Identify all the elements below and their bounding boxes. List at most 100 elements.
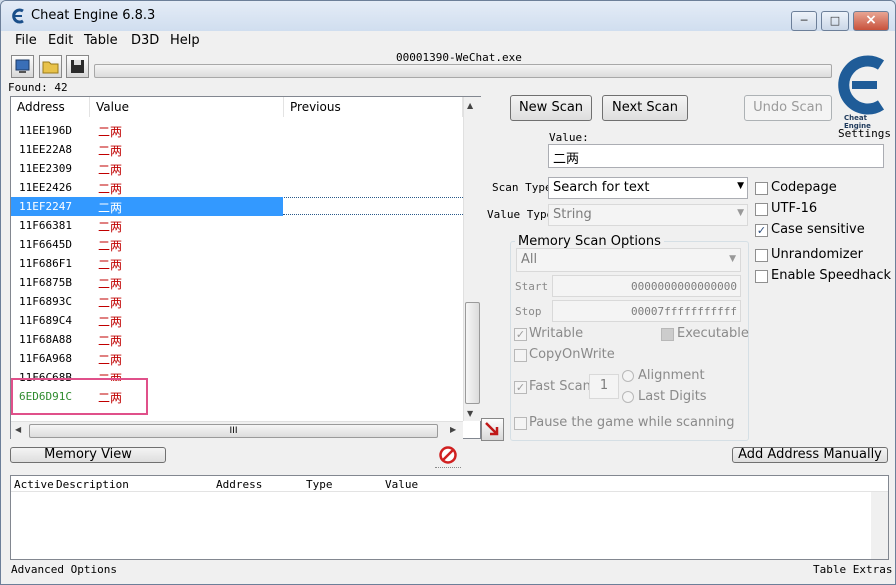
writable-label[interactable]: Writable bbox=[529, 326, 583, 341]
memory-view-button[interactable]: Memory View bbox=[10, 447, 166, 463]
minimize-button[interactable]: ─ bbox=[791, 11, 817, 31]
fast-scan-alignment-input[interactable]: 1 bbox=[589, 374, 619, 399]
close-button[interactable]: × bbox=[853, 11, 889, 31]
last-digits-label[interactable]: Last Digits bbox=[638, 389, 707, 404]
result-row[interactable]: 11EE2426 二两 bbox=[11, 178, 463, 198]
table-extras-link[interactable]: Table Extras bbox=[813, 563, 892, 576]
result-row[interactable]: 11F6893C 二两 bbox=[11, 292, 463, 311]
result-row[interactable]: 11F6645D 二两 bbox=[11, 235, 463, 254]
menu-d3d[interactable]: D3D bbox=[131, 33, 159, 48]
alignment-label[interactable]: Alignment bbox=[638, 368, 705, 383]
result-row[interactable]: 11F68A88 二两 bbox=[11, 330, 463, 349]
utf16-checkbox[interactable] bbox=[755, 203, 768, 216]
scroll-down-arrow-icon[interactable]: ▼ bbox=[467, 409, 473, 418]
add-address-manually-button[interactable]: Add Address Manually bbox=[732, 447, 888, 463]
open-file-button[interactable] bbox=[39, 55, 62, 78]
open-process-button[interactable] bbox=[11, 55, 34, 78]
column-value[interactable]: Value bbox=[90, 97, 284, 117]
advanced-options-link[interactable]: Advanced Options bbox=[11, 563, 117, 576]
hscroll-thumb[interactable]: III bbox=[29, 424, 438, 438]
fast-scan-label[interactable]: Fast Scan bbox=[529, 379, 591, 394]
result-row[interactable]: 11EE22A8 二两 bbox=[11, 140, 463, 159]
result-row[interactable]: 11F6875B 二两 bbox=[11, 273, 463, 292]
value-input[interactable]: 二两 bbox=[548, 144, 884, 168]
lower-column-type[interactable]: Type bbox=[306, 478, 333, 491]
row-value: 二两 bbox=[98, 125, 123, 139]
new-scan-button[interactable]: New Scan bbox=[510, 95, 592, 121]
scroll-left-arrow-icon[interactable]: ◀ bbox=[15, 425, 21, 434]
result-row[interactable]: 11F686F1 二两 bbox=[11, 254, 463, 273]
add-selected-to-list-button[interactable] bbox=[481, 418, 504, 441]
row-address: 11F66381 bbox=[19, 219, 72, 232]
unrandomizer-checkbox[interactable] bbox=[755, 249, 768, 262]
scan-type-value: Search for text bbox=[553, 180, 650, 195]
splitter-grip[interactable] bbox=[435, 467, 461, 468]
codepage-checkbox[interactable] bbox=[755, 182, 768, 195]
writable-checkbox[interactable]: ✓ bbox=[514, 328, 527, 341]
result-row[interactable]: 11F66381 二两 bbox=[11, 216, 463, 235]
menu-table[interactable]: Table bbox=[84, 33, 118, 48]
scan-type-select[interactable]: Search for text ▼ bbox=[548, 177, 748, 199]
lower-column-active[interactable]: Active bbox=[14, 478, 54, 491]
next-scan-button[interactable]: Next Scan bbox=[602, 95, 688, 121]
scroll-up-arrow-icon[interactable]: ▲ bbox=[467, 101, 473, 110]
value-type-value: String bbox=[553, 207, 592, 222]
start-address-input[interactable]: 0000000000000000 bbox=[552, 275, 741, 297]
undo-scan-button[interactable]: Undo Scan bbox=[744, 95, 832, 121]
save-file-button[interactable] bbox=[66, 55, 89, 78]
memory-region-select[interactable]: All ▼ bbox=[516, 248, 741, 272]
settings-link[interactable]: Settings bbox=[838, 127, 891, 140]
row-address: 11EF2247 bbox=[19, 200, 72, 213]
row-address: 11F68A88 bbox=[19, 333, 72, 346]
scan-results-list[interactable]: Address Value Previous 11EE196D 二两 11EE22… bbox=[10, 96, 481, 439]
menu-edit[interactable]: Edit bbox=[48, 33, 73, 48]
last-digits-radio[interactable] bbox=[622, 391, 634, 403]
row-value: 二两 bbox=[98, 277, 123, 291]
executable-checkbox[interactable] bbox=[661, 328, 674, 341]
codepage-label[interactable]: Codepage bbox=[771, 180, 837, 195]
column-address[interactable]: Address bbox=[11, 97, 90, 117]
copy-on-write-checkbox[interactable] bbox=[514, 349, 527, 362]
row-value: 二两 bbox=[98, 182, 123, 196]
row-value: 二两 bbox=[98, 163, 123, 177]
column-previous[interactable]: Previous bbox=[284, 97, 463, 117]
result-row[interactable]: 11F689C4 二两 bbox=[11, 311, 463, 330]
executable-label[interactable]: Executable bbox=[677, 326, 749, 341]
row-value: 二两 bbox=[98, 353, 123, 367]
copy-on-write-label[interactable]: CopyOnWrite bbox=[529, 347, 615, 362]
row-value: 二两 bbox=[98, 144, 123, 158]
pause-game-label[interactable]: Pause the game while scanning bbox=[529, 415, 735, 430]
speedhack-label[interactable]: Enable Speedhack bbox=[771, 268, 891, 283]
pause-game-checkbox[interactable] bbox=[514, 417, 527, 430]
menu-file[interactable]: File bbox=[15, 33, 37, 48]
stop-address-input[interactable]: 00007fffffffffff bbox=[552, 300, 741, 322]
scroll-thumb[interactable] bbox=[465, 302, 480, 404]
lower-column-value[interactable]: Value bbox=[385, 478, 418, 491]
unrandomizer-label[interactable]: Unrandomizer bbox=[771, 247, 863, 262]
result-row[interactable]: 11EE2309 二两 bbox=[11, 159, 463, 178]
case-sensitive-checkbox[interactable]: ✓ bbox=[755, 224, 768, 237]
lower-scrollbar[interactable] bbox=[871, 492, 888, 559]
scan-type-label: Scan Type bbox=[492, 181, 552, 194]
scroll-right-arrow-icon[interactable]: ▶ bbox=[450, 425, 456, 434]
results-horizontal-scrollbar[interactable]: ◀ III ▶ bbox=[11, 421, 463, 439]
result-row[interactable]: 11EE196D 二两 bbox=[11, 121, 463, 140]
lower-column-description[interactable]: Description bbox=[56, 478, 129, 491]
alignment-radio[interactable] bbox=[622, 370, 634, 382]
result-row-selected[interactable]: 11EF2247 二两 bbox=[11, 197, 283, 216]
result-row[interactable]: 11F6A968 二两 bbox=[11, 349, 463, 368]
title-bar[interactable]: Cheat Engine 6.8.3 ─ □ × bbox=[1, 1, 895, 31]
utf16-label[interactable]: UTF-16 bbox=[771, 201, 817, 216]
value-type-select[interactable]: String ▼ bbox=[548, 204, 748, 226]
clear-list-button[interactable] bbox=[438, 445, 458, 465]
case-sensitive-label[interactable]: Case sensitive bbox=[771, 222, 865, 237]
row-address: 11EE22A8 bbox=[19, 143, 72, 156]
fast-scan-checkbox[interactable]: ✓ bbox=[514, 381, 527, 394]
lower-column-address[interactable]: Address bbox=[216, 478, 262, 491]
menu-help[interactable]: Help bbox=[170, 33, 200, 48]
row-value: 二两 bbox=[98, 258, 123, 272]
results-vertical-scrollbar[interactable]: ▲ ▼ bbox=[463, 97, 481, 421]
speedhack-checkbox[interactable] bbox=[755, 270, 768, 283]
maximize-button[interactable]: □ bbox=[821, 11, 849, 31]
address-list[interactable]: Active Description Address Type Value bbox=[10, 475, 889, 560]
